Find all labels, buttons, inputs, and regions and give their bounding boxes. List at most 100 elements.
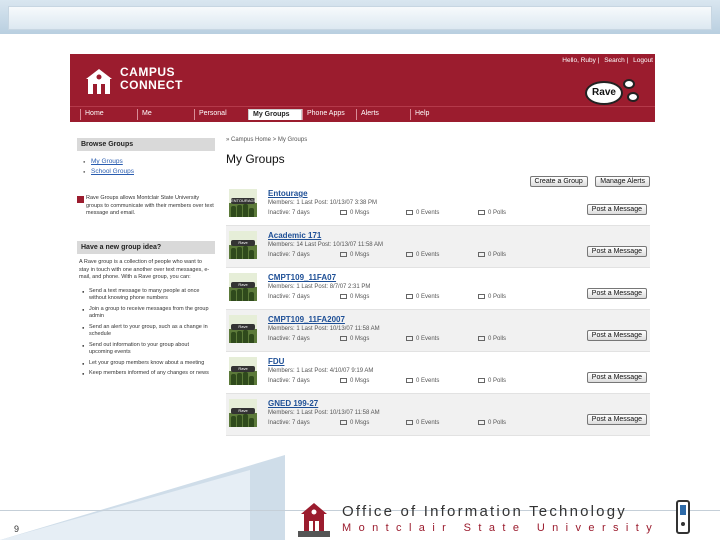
calendar-icon — [406, 210, 413, 215]
list-item[interactable]: My Groups — [83, 157, 215, 167]
post-message-wrap: Post a Message — [584, 324, 647, 342]
group-polls-text: 0 Polls — [488, 294, 507, 301]
post-message-button[interactable]: Post a Message — [586, 246, 647, 257]
poll-icon — [478, 420, 485, 425]
group-msgs-text: 0 Msgs — [350, 336, 370, 343]
poll-icon — [478, 378, 485, 383]
envelope-icon — [340, 210, 347, 215]
group-polls-text: 0 Polls — [488, 420, 507, 427]
campus-connect-logo[interactable]: CAMPUS CONNECT — [120, 66, 183, 92]
post-message-button[interactable]: Post a Message — [586, 330, 647, 341]
search-link[interactable]: Search — [604, 57, 625, 64]
group-events-text: 0 Events — [416, 252, 440, 259]
group-inactive: Inactive: 7 days — [268, 336, 310, 342]
new-group-idea-heading: Have a new group idea? — [77, 241, 215, 254]
group-name-link[interactable]: FDU — [268, 357, 284, 366]
group-meta: Members: 1 Last Post: 10/13/07 11:58 AM — [268, 326, 380, 332]
thumb-figure — [231, 290, 236, 301]
list-item: Send an alert to your group, such as a c… — [82, 324, 213, 339]
thumb-figure — [237, 247, 242, 259]
poll-icon — [478, 294, 485, 299]
browse-groups-heading: Browse Groups — [77, 138, 215, 151]
group-msgs: 0 Msgs — [340, 252, 369, 258]
group-name-link[interactable]: Academic 171 — [268, 231, 321, 240]
group-polls: 0 Polls — [478, 420, 506, 426]
thumb-figure — [237, 205, 242, 217]
thumb-figure — [243, 414, 248, 427]
group-events: 0 Events — [406, 378, 439, 384]
browse-my-groups-link[interactable]: My Groups — [91, 158, 123, 165]
thumb-figure — [243, 372, 248, 385]
calendar-icon — [406, 336, 413, 341]
post-message-wrap: Post a Message — [584, 408, 647, 426]
rave-logo: Rave — [583, 77, 641, 107]
thumb-caption: Rave — [231, 324, 255, 330]
thumb-caption: ENTOURAGE — [231, 198, 257, 204]
thumb-figure — [243, 288, 248, 301]
browse-school-groups-link[interactable]: School Groups — [91, 168, 134, 175]
group-polls-text: 0 Polls — [488, 252, 507, 259]
campus-connect-header: CAMPUS CONNECT Hello, Ruby | Search | Lo… — [70, 54, 655, 106]
logo-line2: CONNECT — [120, 78, 183, 92]
group-thumbnail[interactable]: Rave — [229, 231, 257, 259]
group-thumbnail[interactable]: Rave — [229, 357, 257, 385]
group-thumbnail[interactable]: Rave — [229, 273, 257, 301]
list-item: Let your group members know about a meet… — [82, 360, 213, 368]
rave-small-bubble-icon — [623, 79, 635, 89]
groups-list: ENTOURAGE Entourage Members: 1 Last Post… — [226, 184, 650, 436]
msu-info-text: Rave Groups allows Montclair State Unive… — [86, 195, 214, 216]
slide-top-band — [0, 0, 720, 34]
campus-building-icon — [86, 69, 112, 94]
msu-logo-icon — [77, 196, 84, 203]
thumb-figure — [249, 334, 254, 343]
calendar-icon — [406, 252, 413, 257]
post-message-button[interactable]: Post a Message — [586, 204, 647, 215]
post-message-wrap: Post a Message — [584, 240, 647, 258]
calendar-icon — [406, 378, 413, 383]
thumb-figure — [243, 330, 248, 343]
thumb-figure — [249, 418, 254, 427]
list-item: Send out information to your group about… — [82, 342, 213, 357]
thumb-figure — [231, 206, 236, 217]
thumb-figure — [237, 373, 242, 385]
group-name-link[interactable]: Entourage — [268, 189, 308, 198]
footer-university-name: Montclair State University — [342, 522, 660, 534]
user-links: Hello, Ruby | Search | Logout — [562, 57, 653, 64]
group-meta: Members: 1 Last Post: 8/7/07 2:31 PM — [268, 284, 371, 290]
group-name-link[interactable]: GNED 199-27 — [268, 399, 318, 408]
thumb-caption: Rave — [231, 366, 255, 372]
thumb-figure — [237, 331, 242, 343]
idea-intro: A Rave group is a collection of people w… — [79, 259, 210, 280]
group-thumbnail[interactable]: ENTOURAGE — [229, 189, 257, 217]
list-item[interactable]: School Groups — [83, 167, 215, 177]
browse-groups-list: My Groups School Groups — [77, 151, 215, 183]
group-polls: 0 Polls — [478, 294, 506, 300]
group-name-link[interactable]: CMPT109_11FA07 — [268, 273, 336, 282]
thumb-figure — [243, 204, 248, 217]
post-message-button[interactable]: Post a Message — [586, 414, 647, 425]
group-polls: 0 Polls — [478, 252, 506, 258]
user-greeting: Hello, Ruby — [562, 57, 596, 64]
thumb-caption: Rave — [231, 240, 255, 246]
list-item: Keep members informed of any changes or … — [82, 370, 213, 378]
group-meta: Members: 1 Last Post: 10/13/07 11:58 AM — [268, 410, 380, 416]
group-thumbnail[interactable]: Rave — [229, 315, 257, 343]
group-msgs-text: 0 Msgs — [350, 252, 370, 259]
poll-icon — [478, 336, 485, 341]
calendar-icon — [406, 420, 413, 425]
campus-connect-screenshot: CAMPUS CONNECT Hello, Ruby | Search | Lo… — [70, 54, 655, 440]
post-message-button[interactable]: Post a Message — [586, 372, 647, 383]
group-thumbnail[interactable]: Rave — [229, 399, 257, 427]
thumb-figure — [231, 332, 236, 343]
group-inactive: Inactive: 7 days — [268, 294, 310, 300]
group-msgs: 0 Msgs — [340, 378, 369, 384]
group-events-text: 0 Events — [416, 210, 440, 217]
group-polls-text: 0 Polls — [488, 336, 507, 343]
group-msgs-text: 0 Msgs — [350, 294, 370, 301]
footer-oit-title: Office of Information Technology — [342, 503, 627, 520]
poll-icon — [478, 210, 485, 215]
group-name-link[interactable]: CMPT109_11FA2007 — [268, 315, 345, 324]
logout-link[interactable]: Logout — [633, 57, 653, 64]
post-message-button[interactable]: Post a Message — [586, 288, 647, 299]
group-msgs-text: 0 Msgs — [350, 210, 370, 217]
